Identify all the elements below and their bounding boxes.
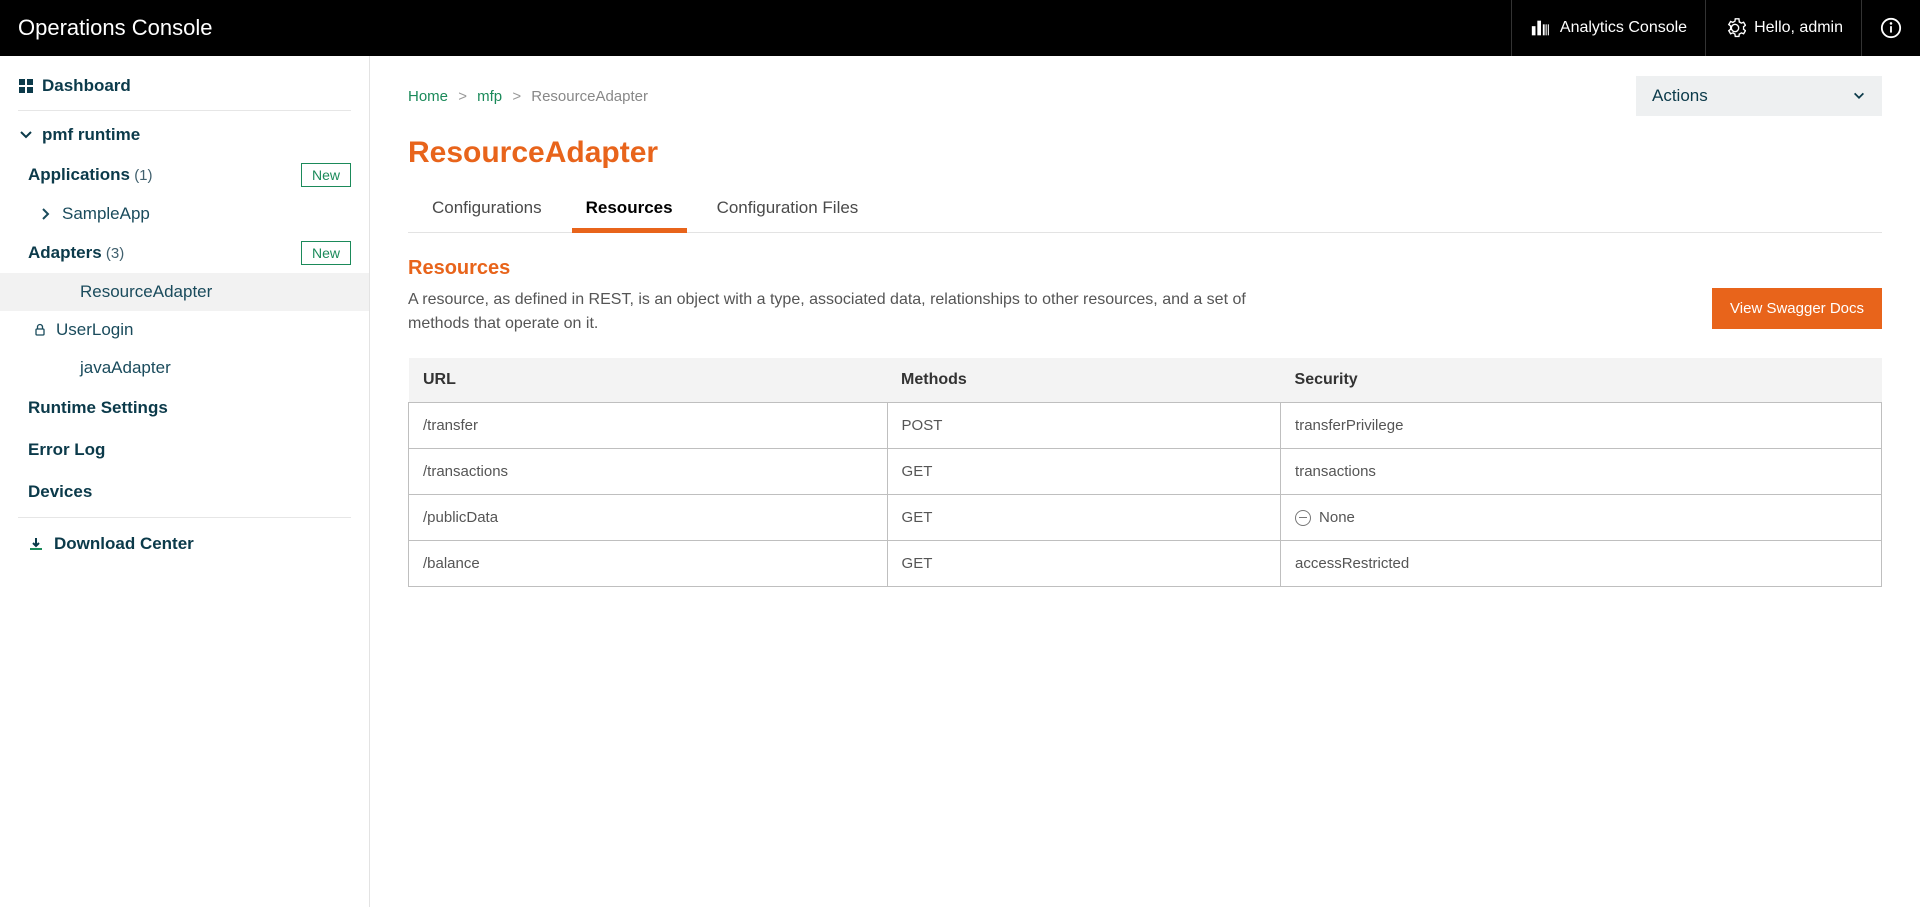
info-icon bbox=[1880, 17, 1902, 39]
sidebar-item-label: UserLogin bbox=[56, 320, 134, 340]
chevron-down-icon bbox=[18, 127, 42, 143]
analytics-icon bbox=[1530, 17, 1552, 39]
runtime-label: pmf runtime bbox=[42, 125, 140, 145]
adapters-label: Adapters bbox=[28, 243, 102, 262]
sidebar-link[interactable]: Error Log bbox=[0, 429, 369, 471]
app-title: Operations Console bbox=[0, 15, 230, 41]
analytics-console-link[interactable]: Analytics Console bbox=[1511, 0, 1705, 56]
sidebar-adapters-header[interactable]: Adapters (3) New bbox=[0, 233, 369, 273]
table-row[interactable]: /transferPOSTtransferPrivilege bbox=[409, 403, 1882, 449]
sidebar-link[interactable]: Devices bbox=[0, 471, 369, 513]
download-icon bbox=[28, 536, 44, 552]
table-row[interactable]: /balanceGETaccessRestricted bbox=[409, 541, 1882, 587]
analytics-label: Analytics Console bbox=[1560, 19, 1687, 37]
sidebar-link[interactable]: Runtime Settings bbox=[0, 387, 369, 429]
cell-methods: GET bbox=[887, 541, 1281, 587]
sidebar-item-label: ResourceAdapter bbox=[80, 282, 212, 302]
gear-icon bbox=[1724, 17, 1746, 39]
tab[interactable]: Resources bbox=[582, 188, 677, 232]
greeting-label: Hello, admin bbox=[1754, 19, 1843, 37]
sidebar-adapter-item[interactable]: javaAdapter bbox=[0, 349, 369, 387]
sidebar-item-label: SampleApp bbox=[62, 204, 150, 224]
actions-dropdown[interactable]: Actions bbox=[1636, 76, 1882, 116]
tab[interactable]: Configurations bbox=[428, 188, 546, 232]
table-header: URL bbox=[409, 358, 888, 403]
new-adapter-button[interactable]: New bbox=[301, 241, 351, 265]
sidebar-dashboard[interactable]: Dashboard bbox=[18, 66, 351, 106]
chevron-down-icon bbox=[1852, 89, 1866, 103]
new-application-button[interactable]: New bbox=[301, 163, 351, 187]
sidebar-adapter-item[interactable]: UserLogin bbox=[0, 311, 369, 349]
resources-table: URLMethodsSecurity /transferPOSTtransfer… bbox=[408, 358, 1882, 587]
cell-url: /transactions bbox=[409, 449, 888, 495]
table-row[interactable]: /transactionsGETtransactions bbox=[409, 449, 1882, 495]
none-icon bbox=[1295, 510, 1311, 526]
adapters-count: (3) bbox=[106, 245, 124, 262]
section-title: Resources bbox=[408, 257, 1882, 280]
applications-count: (1) bbox=[134, 167, 152, 184]
cell-methods: GET bbox=[887, 495, 1281, 541]
breadcrumb-home[interactable]: Home bbox=[408, 88, 448, 105]
sidebar-adapter-item[interactable]: ResourceAdapter bbox=[0, 273, 369, 311]
cell-url: /balance bbox=[409, 541, 888, 587]
cell-security: accessRestricted bbox=[1281, 541, 1882, 587]
sidebar-app-item[interactable]: SampleApp bbox=[0, 195, 369, 233]
breadcrumb: Home > mfp > ResourceAdapter bbox=[408, 88, 648, 105]
chevron-right-icon bbox=[38, 206, 54, 222]
cell-security: None bbox=[1281, 495, 1882, 541]
cell-methods: POST bbox=[887, 403, 1281, 449]
sidebar-item-label: javaAdapter bbox=[80, 358, 171, 378]
lock-icon bbox=[32, 322, 48, 338]
sidebar-applications-header[interactable]: Applications (1) New bbox=[0, 155, 369, 195]
table-header: Security bbox=[1281, 358, 1882, 403]
cell-security: transactions bbox=[1281, 449, 1882, 495]
cell-url: /transfer bbox=[409, 403, 888, 449]
dashboard-label: Dashboard bbox=[42, 76, 131, 96]
tabs: Configurations Resources Configuration Fil… bbox=[408, 188, 1882, 233]
table-header: Methods bbox=[887, 358, 1281, 403]
sidebar-runtime[interactable]: pmf runtime bbox=[18, 115, 351, 155]
top-header: Operations Console Analytics Console Hel… bbox=[0, 0, 1920, 56]
breadcrumb-mfp[interactable]: mfp bbox=[477, 88, 502, 105]
applications-label: Applications bbox=[28, 165, 130, 184]
cell-security: transferPrivilege bbox=[1281, 403, 1882, 449]
download-label: Download Center bbox=[54, 534, 194, 554]
sidebar-download-center[interactable]: Download Center bbox=[0, 522, 369, 566]
table-row[interactable]: /publicDataGETNone bbox=[409, 495, 1882, 541]
sidebar: Dashboard pmf runtime Applications (1) N… bbox=[0, 56, 370, 907]
actions-label: Actions bbox=[1652, 86, 1708, 106]
main-content: Home > mfp > ResourceAdapter Actions Res… bbox=[370, 56, 1920, 907]
cell-url: /publicData bbox=[409, 495, 888, 541]
section-description: A resource, as defined in REST, is an ob… bbox=[408, 288, 1258, 336]
page-title: ResourceAdapter bbox=[408, 136, 1882, 170]
dashboard-icon bbox=[18, 78, 42, 94]
info-button[interactable] bbox=[1861, 0, 1920, 56]
cell-methods: GET bbox=[887, 449, 1281, 495]
tab[interactable]: Configuration Files bbox=[713, 188, 863, 232]
user-menu[interactable]: Hello, admin bbox=[1705, 0, 1861, 56]
breadcrumb-current: ResourceAdapter bbox=[531, 88, 648, 105]
view-swagger-button[interactable]: View Swagger Docs bbox=[1712, 288, 1882, 329]
